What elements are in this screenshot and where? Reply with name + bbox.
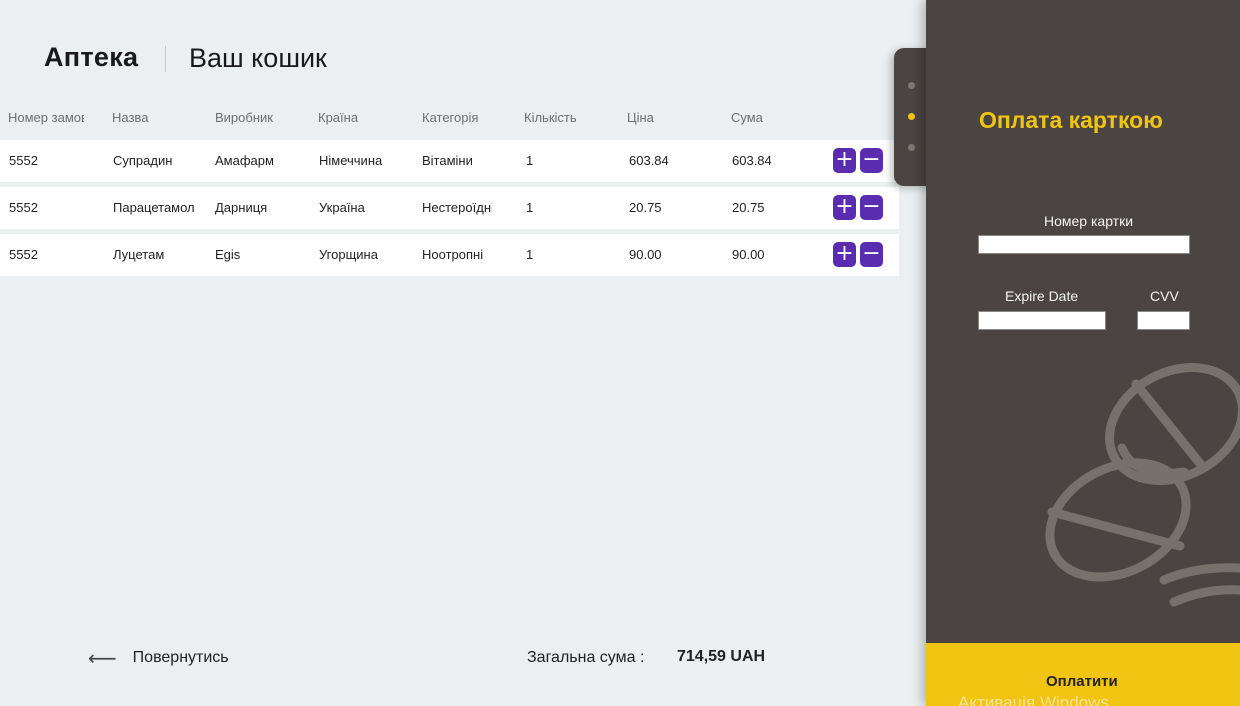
plus-icon: + (835, 194, 854, 219)
cell-sum: 90.00 (732, 247, 765, 262)
cell-price: 90.00 (629, 247, 662, 262)
cell-sum: 603.84 (732, 153, 772, 168)
plus-icon: + (835, 147, 854, 172)
col-header-qty: Кількість (524, 110, 577, 125)
plus-icon: + (835, 241, 854, 266)
plus-button[interactable]: + (833, 148, 856, 173)
pill-icon (1045, 363, 1240, 607)
minus-icon: − (862, 147, 881, 172)
col-header-price: Ціна (627, 110, 654, 125)
cell-maker: Дарниця (215, 200, 268, 215)
minus-button[interactable]: − (860, 195, 883, 220)
total-label: Загальна сума : (527, 649, 645, 666)
step-dot-active[interactable] (908, 113, 915, 120)
expire-date-label: Expire Date (1005, 288, 1079, 304)
col-header-name: Назва (112, 110, 149, 125)
expire-date-input[interactable] (978, 311, 1106, 330)
minus-icon: − (862, 241, 881, 266)
cell-order: 5552 (9, 200, 38, 215)
cell-name: Парацетамол (113, 200, 195, 215)
cell-price: 20.75 (629, 200, 662, 215)
back-link[interactable]: ⟵ Повернутись (88, 646, 229, 670)
table-row[interactable]: 5552 Луцетам Egis Угорщина Ноотропні 1 9… (0, 234, 899, 276)
cell-name: Супрадин (113, 153, 173, 168)
col-header-category: Категорія (422, 110, 479, 125)
cell-qty: 1 (526, 200, 534, 215)
table-row[interactable]: 5552 Парацетамол Дарниця Україна Нестеро… (0, 187, 899, 229)
minus-icon: − (862, 194, 881, 219)
cell-order: 5552 (9, 153, 38, 168)
cell-category: Нестероїдні (422, 200, 492, 215)
col-header-country: Країна (318, 110, 359, 125)
cell-country: Україна (319, 200, 365, 215)
payment-title: Оплата карткою (979, 107, 1163, 133)
col-header-order: Номер замовлення (8, 110, 84, 125)
cell-category: Вітаміни (422, 153, 473, 168)
cell-name: Луцетам (113, 247, 165, 262)
cell-order: 5552 (9, 247, 38, 262)
cell-maker: Egis (215, 247, 241, 262)
cell-category: Ноотропні (422, 247, 484, 262)
step-dot[interactable] (908, 144, 915, 151)
cell-maker: Амафарм (215, 153, 274, 168)
cvv-input[interactable] (1137, 311, 1190, 330)
cell-country: Німеччина (319, 153, 383, 168)
plus-button[interactable]: + (833, 195, 856, 220)
page-title: Ваш кошик (189, 43, 327, 73)
col-header-sum: Сума (731, 110, 763, 125)
cell-price: 603.84 (629, 153, 669, 168)
cvv-label: CVV (1150, 288, 1179, 304)
minus-button[interactable]: − (860, 148, 883, 173)
windows-activation-watermark: Активація Windows (958, 693, 1109, 706)
cell-qty: 1 (526, 247, 534, 262)
title-divider (165, 46, 166, 72)
table-row[interactable]: 5552 Супрадин Амафарм Німеччина Вітаміни… (0, 140, 899, 182)
minus-button[interactable]: − (860, 242, 883, 267)
app-title: Аптека (44, 42, 139, 72)
card-number-label: Номер картки (1044, 213, 1134, 229)
plus-button[interactable]: + (833, 242, 856, 267)
col-header-maker: Виробник (215, 110, 273, 125)
back-label: Повернутись (132, 649, 229, 666)
payment-panel: Оплата карткою Номер картки Expire Date … (926, 0, 1240, 706)
step-dot[interactable] (908, 82, 915, 89)
total-value: 714,59 UAH (677, 648, 766, 665)
cell-country: Угорщина (319, 247, 378, 262)
pay-button[interactable]: Оплатити Активація Windows (926, 643, 1240, 706)
pay-button-label: Оплатити (1046, 673, 1118, 690)
arrow-left-icon: ⟵ (88, 646, 117, 670)
cell-sum: 20.75 (732, 200, 765, 215)
cell-qty: 1 (526, 153, 534, 168)
card-number-input[interactable] (978, 235, 1190, 254)
